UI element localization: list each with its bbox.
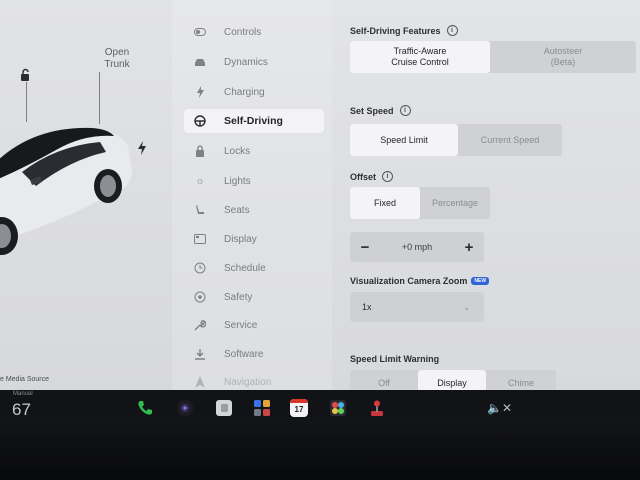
calendar-icon[interactable]: 17 (290, 399, 308, 417)
camera-icon[interactable] (176, 399, 194, 417)
self-driving-features-selector: Traffic-Aware Cruise Control Autosteer (… (350, 41, 636, 73)
nav-item-charging[interactable]: Charging (184, 80, 324, 104)
nav-label: Locks (224, 145, 251, 157)
apps-icon[interactable] (253, 399, 271, 417)
settings-nav: Controls Dynamics Charging Self-Driving … (172, 0, 332, 390)
camera-zoom-dropdown[interactable]: 1x ⌄ (350, 292, 484, 322)
decrease-offset-button[interactable]: − (358, 239, 372, 256)
volume-muted-icon[interactable]: 🔈✕ (487, 401, 512, 415)
offset-value: +0 mph (401, 242, 433, 252)
phone-icon[interactable] (136, 399, 154, 417)
nav-item-safety[interactable]: Safety (184, 285, 324, 309)
nav-item-self-driving[interactable]: Self-Driving (184, 109, 324, 133)
screen-bezel (0, 420, 640, 480)
joystick-icon[interactable] (368, 399, 386, 417)
info-icon[interactable]: i (446, 25, 458, 36)
nav-item-software[interactable]: Software (184, 342, 324, 366)
warning-display-option[interactable]: Display (418, 370, 486, 390)
self-driving-settings-panel: Self-Driving Features i Traffic-Aware Cr… (332, 0, 640, 390)
nav-label: Self-Driving (224, 115, 283, 127)
info-icon[interactable]: i (399, 105, 411, 116)
speed-limit-option[interactable]: Speed Limit (350, 124, 458, 156)
nav-item-locks[interactable]: Locks (184, 139, 324, 163)
chevron-down-icon: ⌄ (463, 302, 470, 312)
display-icon (194, 233, 206, 245)
warning-chime-option[interactable]: Chime (486, 370, 556, 390)
car-icon (194, 56, 206, 68)
camera-zoom-title: Visualization Camera Zoom NEW (350, 276, 490, 286)
clock-icon (194, 262, 206, 274)
nav-label: Navigation (224, 376, 272, 388)
nav-item-schedule[interactable]: Schedule (184, 256, 324, 280)
set-speed-title: Set Speed i (350, 105, 411, 116)
cabin-temperature[interactable]: 67 (12, 400, 31, 420)
lock-icon (194, 145, 206, 157)
increase-offset-button[interactable]: + (462, 239, 476, 256)
info-icon[interactable]: i (382, 171, 394, 182)
nav-item-navigation[interactable]: Navigation (184, 370, 324, 390)
nav-label: Schedule (224, 262, 266, 274)
media-source-label[interactable]: e Media Source (0, 376, 49, 383)
trunk-label-line2: Trunk (104, 59, 130, 70)
traffic-aware-cruise-control-option[interactable]: Traffic-Aware Cruise Control (350, 41, 490, 73)
camera-zoom-value: 1x (362, 302, 372, 312)
trunk-label-line1: Open (104, 47, 130, 58)
nav-label: Seats (224, 204, 250, 216)
navigation-icon (194, 376, 206, 388)
nav-label: Controls (224, 26, 262, 38)
toggle-icon (194, 26, 206, 38)
nav-item-service[interactable]: Service (184, 313, 324, 337)
offset-title: Offset i (350, 171, 394, 182)
climate-mode-label: Manual (13, 391, 33, 397)
safety-icon (194, 291, 206, 303)
wrench-icon (194, 319, 206, 331)
toybox-icon[interactable] (329, 399, 347, 417)
open-trunk-button[interactable]: Open Trunk (96, 47, 138, 71)
nav-label: Display (224, 233, 257, 245)
sun-icon: ☼ (195, 175, 205, 187)
steering-wheel-icon (194, 115, 206, 127)
set-speed-selector: Speed Limit Current Speed (350, 124, 562, 156)
autosteer-option[interactable]: Autosteer (Beta) (490, 41, 636, 73)
glovebox-icon[interactable] (215, 399, 233, 417)
fixed-option[interactable]: Fixed (350, 187, 420, 219)
warning-off-option[interactable]: Off (350, 370, 418, 390)
new-badge: NEW (471, 277, 490, 285)
current-speed-option[interactable]: Current Speed (458, 124, 562, 156)
speed-limit-warning-selector: Off Display Chime (350, 370, 556, 390)
nav-item-dynamics[interactable]: Dynamics (184, 50, 324, 74)
seat-icon (194, 204, 206, 216)
nav-label: Software (224, 348, 264, 360)
nav-item-seats[interactable]: Seats (184, 198, 324, 222)
nav-label: Lights (224, 175, 251, 187)
nav-label: Safety (224, 291, 253, 303)
unlock-icon[interactable] (18, 68, 32, 82)
calendar-day: 17 (294, 405, 304, 414)
nav-label: Service (224, 319, 258, 331)
nav-item-display[interactable]: Display (184, 227, 324, 251)
nav-item-controls[interactable]: Controls (184, 20, 324, 44)
self-driving-features-title: Self-Driving Features i (350, 25, 458, 36)
speed-limit-warning-title: Speed Limit Warning (350, 354, 440, 364)
car-visualization-panel: Open Trunk e Media Source (0, 0, 172, 390)
offset-stepper: − +0 mph + (350, 232, 484, 262)
nav-item-lights[interactable]: ☼ Lights (184, 169, 324, 193)
offset-selector: Fixed Percentage (350, 187, 490, 219)
bolt-icon (194, 86, 206, 98)
car-image (0, 127, 132, 255)
percentage-option[interactable]: Percentage (420, 187, 490, 219)
main-screen: Open Trunk e Media Source Controls Dynam… (0, 0, 640, 390)
download-icon (194, 348, 206, 360)
nav-label: Charging (224, 86, 265, 98)
charge-port-icon[interactable] (136, 140, 148, 156)
nav-label: Dynamics (224, 56, 268, 68)
